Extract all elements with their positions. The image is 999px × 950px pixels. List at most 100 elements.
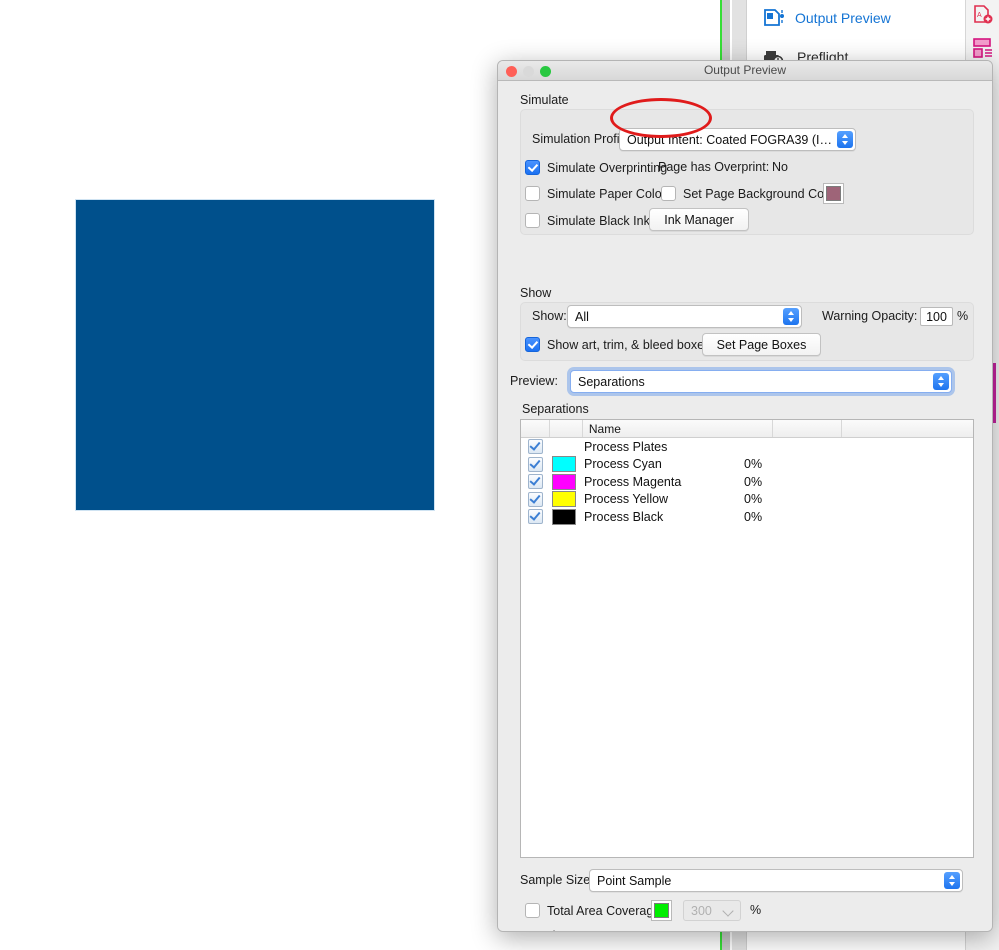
separation-visibility-checkbox[interactable] — [521, 492, 549, 507]
separation-row[interactable]: Process Magenta0% — [521, 473, 973, 491]
separations-header-row: Name — [521, 420, 973, 438]
checkbox-box — [528, 492, 543, 507]
column-header-label: Name — [583, 422, 621, 436]
sample-size-dropdown[interactable]: Point Sample — [589, 869, 963, 892]
show-boxes-label: Show art, trim, & bleed boxes — [547, 338, 710, 352]
checkbox-box — [528, 509, 543, 524]
checkbox-box — [528, 439, 543, 454]
output-preview-dialog: Output Preview Simulate Simulation Profi… — [497, 60, 993, 932]
checkbox-box — [661, 186, 676, 201]
sample-size-value: Point Sample — [590, 874, 945, 888]
page-background-color-swatch[interactable] — [823, 183, 844, 204]
checkbox-box — [525, 903, 540, 918]
checkbox-box — [525, 213, 540, 228]
chevron-updown-icon — [944, 872, 960, 889]
separation-name: Process Black — [584, 510, 744, 524]
simulate-black-ink-checkbox[interactable]: Simulate Black Ink — [525, 213, 650, 228]
separation-visibility-checkbox[interactable] — [521, 457, 549, 472]
menu-item-output-preview[interactable]: Output Preview — [763, 8, 891, 28]
simulate-paper-color-label: Simulate Paper Color — [547, 187, 666, 201]
separation-row[interactable]: Process Yellow0% — [521, 491, 973, 509]
checkbox-box — [528, 457, 543, 472]
swatch-fill — [826, 186, 841, 201]
ink-manager-button[interactable]: Ink Manager — [649, 208, 749, 231]
document-page-canvas[interactable] — [76, 200, 434, 510]
preview-dropdown[interactable]: Separations — [570, 370, 952, 393]
screen: Output Preview Preflight A — [0, 0, 999, 950]
total-area-coverage-label: Total Area Coverage — [547, 904, 660, 918]
page-has-transparency-value: No — [649, 929, 665, 932]
separation-visibility-checkbox[interactable] — [521, 474, 549, 489]
separation-value: 0% — [744, 475, 804, 489]
simulate-paper-color-checkbox[interactable]: Simulate Paper Color — [525, 186, 666, 201]
separation-row[interactable]: Process Plates — [521, 438, 973, 456]
chevron-down-icon — [722, 905, 733, 916]
swatch-fill — [654, 903, 669, 918]
warning-opacity-percent: % — [957, 309, 968, 323]
column-header-value[interactable] — [773, 420, 842, 437]
show-boxes-checkbox[interactable]: Show art, trim, & bleed boxes — [525, 337, 710, 352]
total-area-coverage-percent: % — [750, 903, 761, 917]
page-layout-icon[interactable] — [972, 37, 994, 59]
total-area-coverage-checkbox[interactable]: Total Area Coverage — [525, 903, 660, 918]
simulate-black-ink-label: Simulate Black Ink — [547, 214, 650, 228]
swatch-fill — [552, 440, 574, 454]
column-header-swatch — [550, 420, 583, 437]
checkbox-box — [525, 186, 540, 201]
page-has-transparency-label: Page has Transparency: — [520, 929, 656, 932]
chevron-updown-icon — [837, 131, 853, 148]
output-preview-icon — [763, 8, 785, 28]
page-has-overprint-value: No — [772, 160, 788, 174]
separation-color-swatch — [549, 491, 584, 507]
chevron-updown-icon — [783, 308, 799, 325]
separation-value: 0% — [744, 510, 804, 524]
separation-color-swatch — [549, 440, 584, 454]
simulate-overprinting-checkbox[interactable]: Simulate Overprinting — [525, 160, 667, 175]
separation-name: Process Cyan — [584, 457, 744, 471]
show-dropdown[interactable]: All — [567, 305, 802, 328]
separation-color-swatch — [549, 509, 584, 525]
separation-value: 0% — [744, 492, 804, 506]
separation-visibility-checkbox[interactable] — [521, 439, 549, 454]
total-area-coverage-stepper[interactable]: 300 — [683, 900, 741, 921]
separation-value: 0% — [744, 457, 804, 471]
sample-size-label: Sample Size: — [520, 873, 594, 887]
simulate-overprinting-label: Simulate Overprinting — [547, 161, 667, 175]
separation-color-swatch — [549, 474, 584, 490]
swatch-fill — [552, 456, 576, 472]
separation-name: Process Yellow — [584, 492, 744, 506]
dialog-titlebar[interactable]: Output Preview — [498, 61, 992, 81]
set-page-background-color-label: Set Page Background Color — [683, 187, 838, 201]
separation-visibility-checkbox[interactable] — [521, 509, 549, 524]
checkbox-box — [528, 474, 543, 489]
preview-value: Separations — [571, 375, 934, 389]
dialog-body: Simulate Simulation Profile: Output Inte… — [498, 81, 992, 931]
menu-item-label: Output Preview — [795, 10, 891, 26]
column-header-extra[interactable] — [842, 420, 973, 437]
dialog-title: Output Preview — [498, 63, 992, 77]
separation-name: Process Plates — [584, 440, 744, 454]
chevron-updown-icon — [933, 373, 949, 390]
simulation-profile-dropdown[interactable]: Output Intent: Coated FOGRA39 (ISO 12... — [619, 128, 856, 151]
preview-label: Preview: — [510, 374, 558, 388]
pdf-add-icon[interactable]: A — [972, 4, 994, 26]
column-header-check — [521, 420, 550, 437]
set-page-boxes-button[interactable]: Set Page Boxes — [702, 333, 821, 356]
separation-row[interactable]: Process Cyan0% — [521, 456, 973, 474]
swatch-fill — [552, 509, 576, 525]
set-page-background-color-checkbox[interactable]: Set Page Background Color — [661, 186, 838, 201]
total-area-coverage-value: 300 — [684, 904, 712, 918]
separations-listbox[interactable]: Name Process PlatesProcess Cyan0%Process… — [520, 419, 974, 858]
warning-opacity-input[interactable]: 100 — [920, 307, 953, 326]
checkbox-box — [525, 160, 540, 175]
separation-color-swatch — [549, 456, 584, 472]
simulation-profile-value: Output Intent: Coated FOGRA39 (ISO 12... — [620, 133, 839, 147]
column-header-name[interactable]: Name — [583, 420, 774, 437]
separation-row[interactable]: Process Black0% — [521, 508, 973, 526]
show-label: Show: — [532, 309, 567, 323]
separation-name: Process Magenta — [584, 475, 744, 489]
total-area-coverage-swatch[interactable] — [651, 900, 672, 921]
simulate-group-label: Simulate — [520, 93, 569, 107]
checkbox-box — [525, 337, 540, 352]
show-value: All — [568, 310, 783, 324]
